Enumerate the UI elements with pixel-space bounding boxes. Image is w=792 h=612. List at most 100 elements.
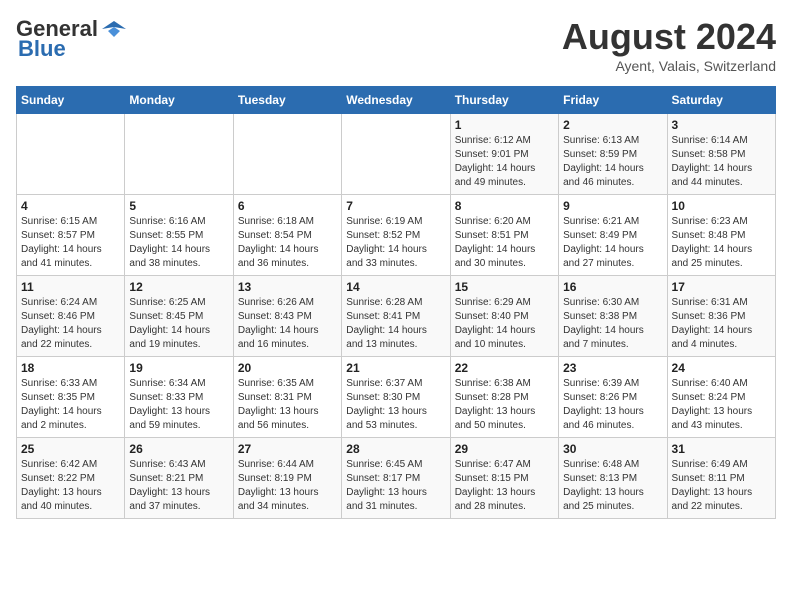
day-number: 8 xyxy=(455,199,554,213)
day-info: Sunrise: 6:20 AM Sunset: 8:51 PM Dayligh… xyxy=(455,215,554,271)
cell-w5-d1: 26 Sunrise: 6:43 AM Sunset: 8:21 PM Dayli… xyxy=(125,438,233,519)
cell-w5-d4: 29 Sunrise: 6:47 AM Sunset: 8:15 PM Dayli… xyxy=(450,438,558,519)
day-info: Sunrise: 6:14 AM Sunset: 8:58 PM Dayligh… xyxy=(672,134,771,190)
day-info: Sunrise: 6:44 AM Sunset: 8:19 PM Dayligh… xyxy=(238,458,337,514)
cell-w2-d6: 10Sunrise: 6:23 AM Sunset: 8:48 PM Dayli… xyxy=(667,195,775,276)
col-wednesday: Wednesday xyxy=(342,87,450,114)
day-info: Sunrise: 6:18 AM Sunset: 8:54 PM Dayligh… xyxy=(238,215,337,271)
day-info: Sunrise: 6:35 AM Sunset: 8:31 PM Dayligh… xyxy=(238,377,337,433)
week-row-5: 25 Sunrise: 6:42 AM Sunset: 8:22 PM Dayli… xyxy=(17,438,776,519)
day-info: Sunrise: 6:33 AM Sunset: 8:35 PM Dayligh… xyxy=(21,377,120,433)
week-row-3: 11 Sunrise: 6:24 AM Sunset: 8:46 PM Dayli… xyxy=(17,276,776,357)
day-number: 17 xyxy=(672,280,771,294)
logo: General Blue xyxy=(16,16,128,62)
cell-w1-d0 xyxy=(17,114,125,195)
day-number: 22 xyxy=(455,361,554,375)
day-number: 14 xyxy=(346,280,445,294)
day-info: Sunrise: 6:37 AM Sunset: 8:30 PM Dayligh… xyxy=(346,377,445,433)
cell-w1-d6: 3 Sunrise: 6:14 AM Sunset: 8:58 PM Daylig… xyxy=(667,114,775,195)
calendar-body: 1 Sunrise: 6:12 AM Sunset: 9:01 PM Daylig… xyxy=(17,114,776,519)
day-info: Sunrise: 6:28 AM Sunset: 8:41 PM Dayligh… xyxy=(346,296,445,352)
day-info: Sunrise: 6:21 AM Sunset: 8:49 PM Dayligh… xyxy=(563,215,662,271)
col-saturday: Saturday xyxy=(667,87,775,114)
day-number: 31 xyxy=(672,442,771,456)
cell-w5-d0: 25 Sunrise: 6:42 AM Sunset: 8:22 PM Dayli… xyxy=(17,438,125,519)
day-number: 1 xyxy=(455,118,554,132)
day-info: Sunrise: 6:15 AM Sunset: 8:57 PM Dayligh… xyxy=(21,215,120,271)
cell-w5-d6: 31 Sunrise: 6:49 AM Sunset: 8:11 PM Dayli… xyxy=(667,438,775,519)
day-number: 30 xyxy=(563,442,662,456)
day-info: Sunrise: 6:26 AM Sunset: 8:43 PM Dayligh… xyxy=(238,296,337,352)
page-title: August 2024 xyxy=(562,16,776,58)
day-number: 5 xyxy=(129,199,228,213)
title-area: August 2024 Ayent, Valais, Switzerland xyxy=(562,16,776,74)
day-number: 20 xyxy=(238,361,337,375)
day-number: 29 xyxy=(455,442,554,456)
day-info: Sunrise: 6:47 AM Sunset: 8:15 PM Dayligh… xyxy=(455,458,554,514)
day-info: Sunrise: 6:19 AM Sunset: 8:52 PM Dayligh… xyxy=(346,215,445,271)
week-row-2: 4 Sunrise: 6:15 AM Sunset: 8:57 PM Daylig… xyxy=(17,195,776,276)
cell-w1-d1 xyxy=(125,114,233,195)
cell-w5-d2: 27 Sunrise: 6:44 AM Sunset: 8:19 PM Dayli… xyxy=(233,438,341,519)
day-number: 15 xyxy=(455,280,554,294)
day-number: 21 xyxy=(346,361,445,375)
cell-w2-d4: 8 Sunrise: 6:20 AM Sunset: 8:51 PM Daylig… xyxy=(450,195,558,276)
day-info: Sunrise: 6:12 AM Sunset: 9:01 PM Dayligh… xyxy=(455,134,554,190)
day-info: Sunrise: 6:23 AM Sunset: 8:48 PM Dayligh… xyxy=(672,215,771,271)
day-info: Sunrise: 6:49 AM Sunset: 8:11 PM Dayligh… xyxy=(672,458,771,514)
day-number: 16 xyxy=(563,280,662,294)
cell-w2-d3: 7 Sunrise: 6:19 AM Sunset: 8:52 PM Daylig… xyxy=(342,195,450,276)
day-number: 11 xyxy=(21,280,120,294)
cell-w2-d5: 9Sunrise: 6:21 AM Sunset: 8:49 PM Daylig… xyxy=(559,195,667,276)
day-info: Sunrise: 6:16 AM Sunset: 8:55 PM Dayligh… xyxy=(129,215,228,271)
day-info: Sunrise: 6:24 AM Sunset: 8:46 PM Dayligh… xyxy=(21,296,120,352)
col-sunday: Sunday xyxy=(17,87,125,114)
cell-w4-d6: 24Sunrise: 6:40 AM Sunset: 8:24 PM Dayli… xyxy=(667,357,775,438)
day-info: Sunrise: 6:30 AM Sunset: 8:38 PM Dayligh… xyxy=(563,296,662,352)
day-number: 23 xyxy=(563,361,662,375)
col-tuesday: Tuesday xyxy=(233,87,341,114)
cell-w2-d2: 6Sunrise: 6:18 AM Sunset: 8:54 PM Daylig… xyxy=(233,195,341,276)
cell-w4-d2: 20 Sunrise: 6:35 AM Sunset: 8:31 PM Dayli… xyxy=(233,357,341,438)
cell-w1-d5: 2Sunrise: 6:13 AM Sunset: 8:59 PM Daylig… xyxy=(559,114,667,195)
cell-w1-d3 xyxy=(342,114,450,195)
calendar-table: Sunday Monday Tuesday Wednesday Thursday… xyxy=(16,86,776,519)
day-info: Sunrise: 6:39 AM Sunset: 8:26 PM Dayligh… xyxy=(563,377,662,433)
cell-w1-d2 xyxy=(233,114,341,195)
calendar-header: Sunday Monday Tuesday Wednesday Thursday… xyxy=(17,87,776,114)
cell-w3-d1: 12Sunrise: 6:25 AM Sunset: 8:45 PM Dayli… xyxy=(125,276,233,357)
day-number: 3 xyxy=(672,118,771,132)
cell-w2-d1: 5 Sunrise: 6:16 AM Sunset: 8:55 PM Daylig… xyxy=(125,195,233,276)
day-info: Sunrise: 6:42 AM Sunset: 8:22 PM Dayligh… xyxy=(21,458,120,514)
day-info: Sunrise: 6:38 AM Sunset: 8:28 PM Dayligh… xyxy=(455,377,554,433)
cell-w3-d4: 15Sunrise: 6:29 AM Sunset: 8:40 PM Dayli… xyxy=(450,276,558,357)
logo-text-blue: Blue xyxy=(18,36,66,62)
cell-w3-d3: 14 Sunrise: 6:28 AM Sunset: 8:41 PM Dayli… xyxy=(342,276,450,357)
cell-w4-d3: 21 Sunrise: 6:37 AM Sunset: 8:30 PM Dayli… xyxy=(342,357,450,438)
logo-bird-icon xyxy=(100,19,128,39)
cell-w3-d5: 16 Sunrise: 6:30 AM Sunset: 8:38 PM Dayli… xyxy=(559,276,667,357)
day-info: Sunrise: 6:31 AM Sunset: 8:36 PM Dayligh… xyxy=(672,296,771,352)
day-number: 18 xyxy=(21,361,120,375)
cell-w4-d5: 23 Sunrise: 6:39 AM Sunset: 8:26 PM Dayli… xyxy=(559,357,667,438)
day-number: 25 xyxy=(21,442,120,456)
day-number: 7 xyxy=(346,199,445,213)
cell-w4-d1: 19Sunrise: 6:34 AM Sunset: 8:33 PM Dayli… xyxy=(125,357,233,438)
col-thursday: Thursday xyxy=(450,87,558,114)
header-row: Sunday Monday Tuesday Wednesday Thursday… xyxy=(17,87,776,114)
day-number: 12 xyxy=(129,280,228,294)
day-number: 27 xyxy=(238,442,337,456)
cell-w5-d3: 28Sunrise: 6:45 AM Sunset: 8:17 PM Dayli… xyxy=(342,438,450,519)
cell-w3-d6: 17 Sunrise: 6:31 AM Sunset: 8:36 PM Dayli… xyxy=(667,276,775,357)
header: General Blue August 2024 Ayent, Valais, … xyxy=(16,16,776,74)
cell-w1-d4: 1 Sunrise: 6:12 AM Sunset: 9:01 PM Daylig… xyxy=(450,114,558,195)
day-info: Sunrise: 6:43 AM Sunset: 8:21 PM Dayligh… xyxy=(129,458,228,514)
day-info: Sunrise: 6:34 AM Sunset: 8:33 PM Dayligh… xyxy=(129,377,228,433)
cell-w4-d0: 18 Sunrise: 6:33 AM Sunset: 8:35 PM Dayli… xyxy=(17,357,125,438)
day-number: 24 xyxy=(672,361,771,375)
day-number: 26 xyxy=(129,442,228,456)
day-number: 4 xyxy=(21,199,120,213)
day-info: Sunrise: 6:48 AM Sunset: 8:13 PM Dayligh… xyxy=(563,458,662,514)
week-row-1: 1 Sunrise: 6:12 AM Sunset: 9:01 PM Daylig… xyxy=(17,114,776,195)
cell-w2-d0: 4 Sunrise: 6:15 AM Sunset: 8:57 PM Daylig… xyxy=(17,195,125,276)
